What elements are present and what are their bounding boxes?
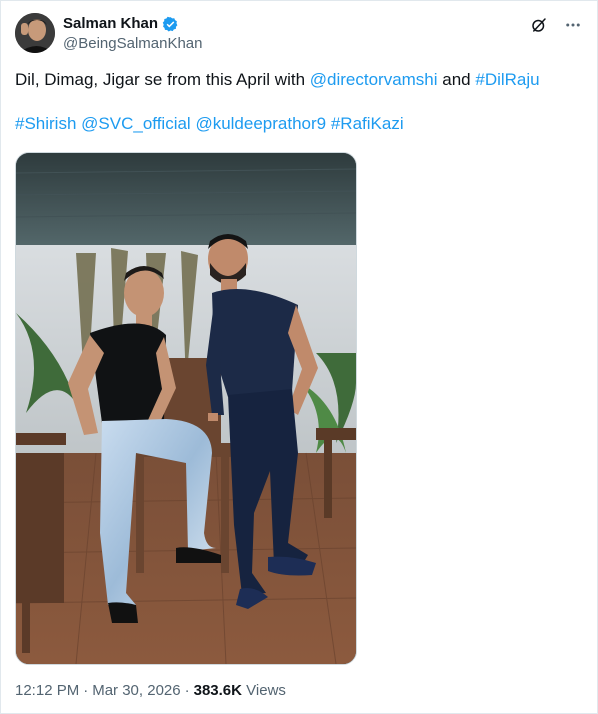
mention-directorvamshi[interactable]: @directorvamshi (310, 70, 438, 89)
mention-kuldeeprathor9[interactable]: @kuldeeprathor9 (195, 114, 326, 133)
verified-badge-icon (162, 16, 179, 33)
header-actions (529, 15, 583, 35)
meta-separator: · (184, 682, 190, 699)
mention-svc-official[interactable]: @SVC_official (81, 114, 191, 133)
tweet-text-segment: and (437, 70, 476, 89)
tweet-header: Salman Khan @BeingSalmanKhan (15, 13, 583, 57)
hashtag-dilraju[interactable]: #DilRaju (475, 70, 539, 89)
tweet-text: Dil, Dimag, Jigar se from this April wit… (15, 69, 577, 135)
views-label[interactable]: Views (246, 682, 286, 699)
author-handle[interactable]: @BeingSalmanKhan (63, 34, 202, 54)
tweet-line-1: Dil, Dimag, Jigar se from this April wit… (15, 69, 577, 91)
tweet-card: Salman Khan @BeingSalmanKhan Dil, Dimag,… (0, 0, 598, 714)
meta-separator: · (83, 682, 89, 699)
views-count[interactable]: 383.6K (194, 682, 242, 699)
author-block: Salman Khan @BeingSalmanKhan (63, 15, 202, 54)
hashtag-shirish[interactable]: #Shirish (15, 114, 76, 133)
tweet-time[interactable]: 12:12 PM (15, 682, 79, 699)
hashtag-rafikazi[interactable]: #RafiKazi (331, 114, 404, 133)
tweet-text-segment: Dil, Dimag, Jigar se from this April wit… (15, 70, 310, 89)
tweet-meta: 12:12 PM · Mar 30, 2026 · 383.6K Views (15, 681, 286, 701)
tweet-photo[interactable] (15, 152, 357, 665)
author-display-name[interactable]: Salman Khan (63, 15, 158, 33)
grok-icon[interactable] (529, 15, 549, 35)
tweet-line-2: #Shirish @SVC_official @kuldeeprathor9 #… (15, 113, 577, 135)
tweet-date[interactable]: Mar 30, 2026 (92, 682, 180, 699)
more-icon[interactable] (563, 15, 583, 35)
avatar[interactable] (15, 13, 55, 53)
